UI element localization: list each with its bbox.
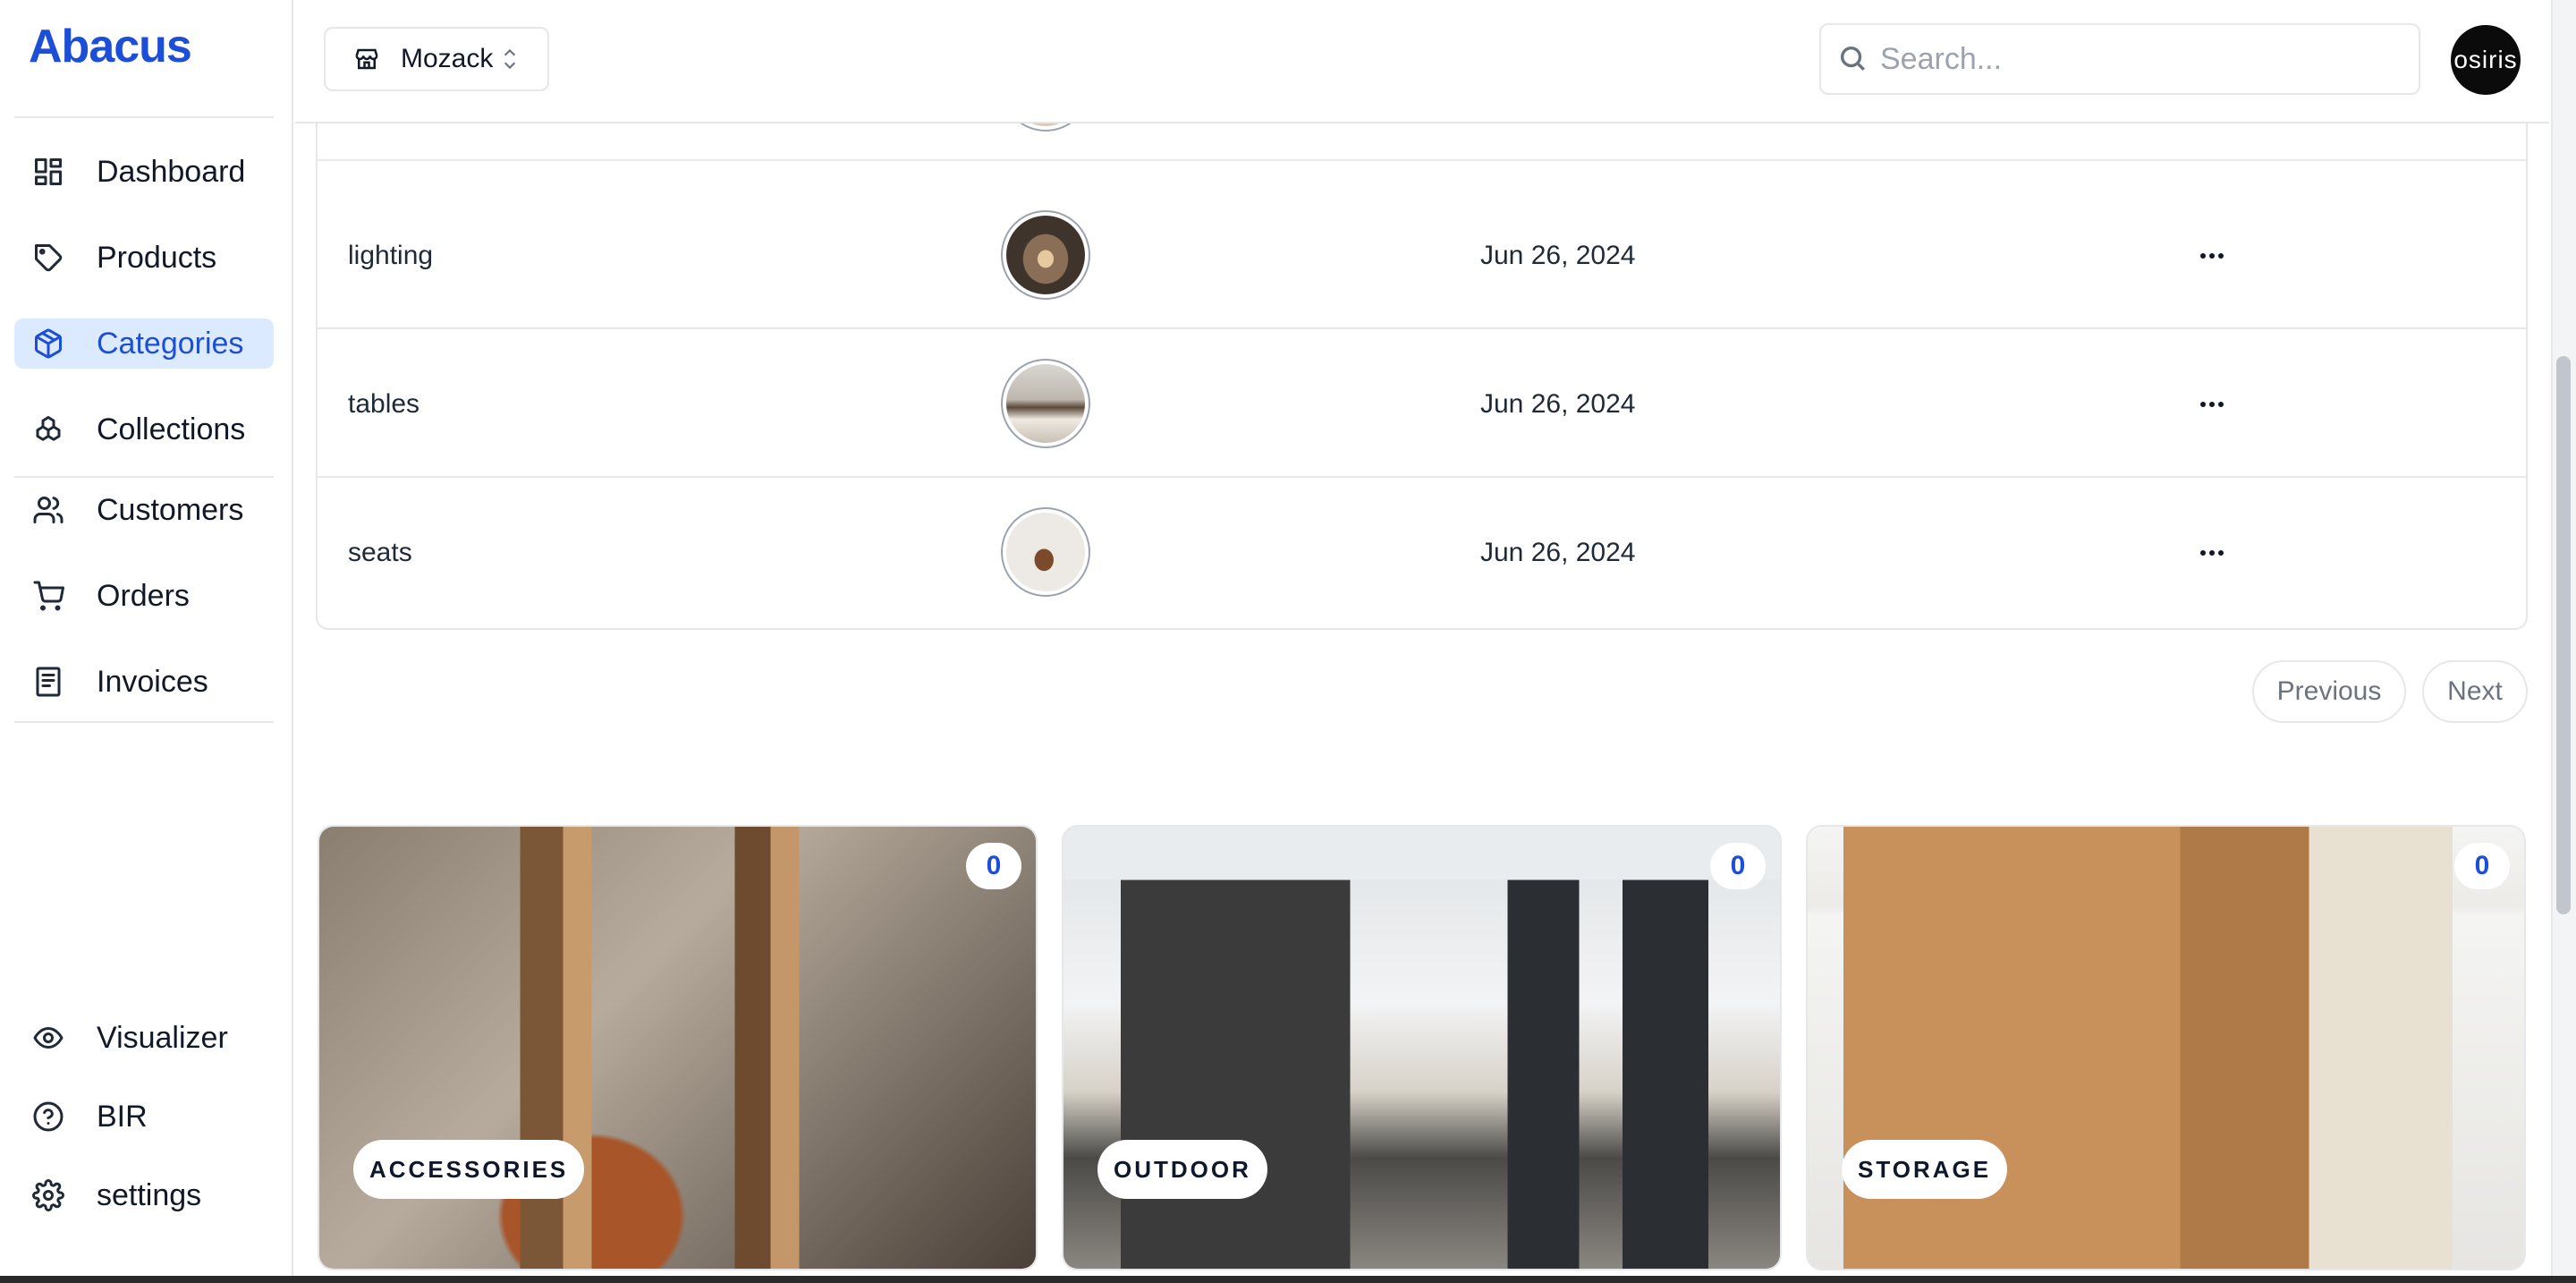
- sidebar-item-products[interactable]: Products: [14, 233, 274, 283]
- sidebar-item-invoices[interactable]: Invoices: [14, 657, 274, 707]
- store-switcher[interactable]: Mozack: [324, 27, 549, 91]
- sidebar-item-settings[interactable]: settings: [14, 1170, 274, 1220]
- sidebar-divider: [14, 721, 274, 723]
- sidebar-item-label: Visualizer: [97, 1020, 228, 1055]
- sidebar-item-label: Categories: [97, 326, 244, 361]
- category-date: Jun 26, 2024: [1480, 241, 1636, 270]
- dashboard-icon: [30, 154, 66, 190]
- category-card-image: [1808, 827, 2524, 1269]
- category-card-label: OUTDOOR: [1097, 1140, 1267, 1199]
- category-date: Jun 26, 2024: [1480, 538, 1636, 567]
- category-name: lighting: [348, 241, 434, 270]
- product-count-badge: 0: [1710, 843, 1766, 889]
- more-options-icon[interactable]: [2185, 385, 2239, 424]
- category-thumbnail: [1001, 359, 1090, 448]
- category-thumbnail: [1001, 507, 1090, 597]
- category-card-outdoor[interactable]: 0 OUTDOOR: [1062, 825, 1782, 1270]
- sidebar-item-label: Invoices: [97, 664, 208, 699]
- store-icon: [351, 43, 383, 75]
- gear-icon: [30, 1177, 66, 1213]
- search-box[interactable]: [1819, 23, 2420, 95]
- sidebar-item-collections[interactable]: Collections: [14, 404, 274, 455]
- category-card-accessories[interactable]: 0 ACCESSORIES: [318, 825, 1038, 1270]
- collections-icon: [30, 412, 66, 447]
- receipt-icon: [30, 664, 66, 700]
- sidebar-item-bir[interactable]: BIR: [14, 1092, 274, 1142]
- chevrons-up-down-icon: [498, 46, 521, 72]
- eye-icon: [30, 1020, 66, 1056]
- sidebar-item-label: settings: [97, 1177, 202, 1212]
- avatar[interactable]: osiris: [2451, 25, 2521, 95]
- sidebar-item-visualizer[interactable]: Visualizer: [14, 1013, 274, 1063]
- table-row[interactable]: lighting Jun 26, 2024: [318, 183, 2526, 329]
- help-circle-icon: [30, 1099, 66, 1134]
- sidebar-divider: [14, 476, 274, 478]
- categories-table: lighting Jun 26, 2024 tables Jun 26, 202…: [316, 42, 2528, 630]
- sidebar-item-categories[interactable]: Categories: [14, 319, 274, 369]
- window-bottom-edge: [0, 1276, 2576, 1283]
- sidebar-item-customers[interactable]: Customers: [14, 485, 274, 535]
- sidebar-divider: [14, 116, 274, 118]
- sidebar-item-orders[interactable]: Orders: [14, 571, 274, 621]
- next-button[interactable]: Next: [2422, 660, 2528, 723]
- sidebar-item-label: Collections: [97, 412, 246, 446]
- box-icon: [30, 326, 66, 361]
- product-count-badge: 0: [966, 843, 1021, 889]
- more-options-icon[interactable]: [2185, 236, 2239, 276]
- tag-icon: [30, 240, 66, 276]
- category-name: seats: [348, 538, 412, 567]
- top-header: Mozack osiris: [295, 0, 2549, 123]
- sidebar-item-label: Products: [97, 240, 217, 275]
- search-input[interactable]: [1880, 41, 2399, 77]
- sidebar-item-label: Dashboard: [97, 154, 246, 189]
- more-options-icon[interactable]: [2185, 533, 2239, 573]
- app-logo[interactable]: Abacus: [29, 20, 192, 73]
- product-count-badge: 0: [2454, 843, 2510, 889]
- sidebar: Abacus Dashboard Products Categories Col…: [0, 0, 293, 1283]
- category-card-image: [319, 827, 1036, 1269]
- sidebar-item-dashboard[interactable]: Dashboard: [14, 147, 274, 197]
- search-icon: [1837, 43, 1869, 75]
- table-row[interactable]: tables Jun 26, 2024: [318, 331, 2526, 478]
- category-date: Jun 26, 2024: [1480, 389, 1636, 419]
- sidebar-item-label: Customers: [97, 492, 244, 527]
- users-icon: [30, 492, 66, 528]
- table-row[interactable]: seats Jun 26, 2024: [318, 480, 2526, 626]
- category-card-label: STORAGE: [1842, 1140, 2008, 1199]
- sidebar-item-label: BIR: [97, 1099, 148, 1134]
- category-card-image: [1063, 827, 1780, 1269]
- sidebar-item-label: Orders: [97, 578, 190, 613]
- scrollbar-thumb[interactable]: [2556, 356, 2571, 914]
- category-card-label: ACCESSORIES: [353, 1140, 585, 1199]
- previous-button[interactable]: Previous: [2252, 660, 2406, 723]
- category-thumbnail: [1001, 210, 1090, 300]
- store-name: Mozack: [401, 44, 494, 73]
- category-name: tables: [348, 389, 420, 419]
- cart-icon: [30, 578, 66, 614]
- category-card-storage[interactable]: 0 STORAGE: [1806, 825, 2526, 1270]
